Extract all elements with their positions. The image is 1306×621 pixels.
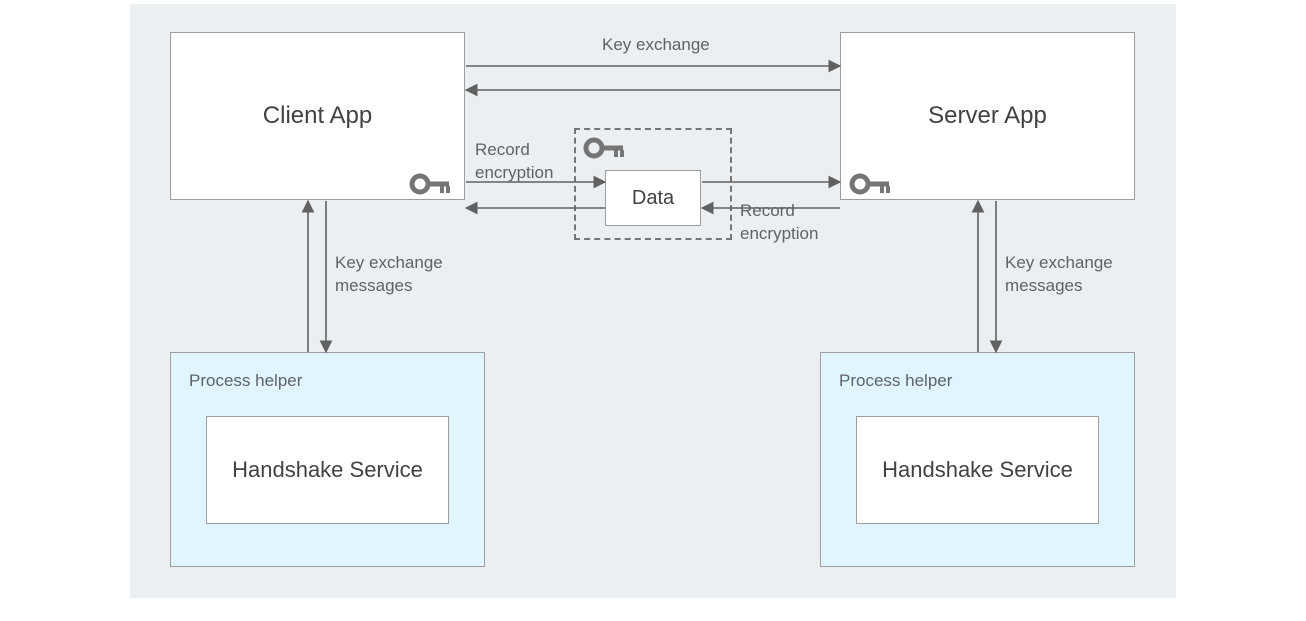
data-label: Data — [632, 187, 674, 210]
handshake-service-left-label: Handshake Service — [232, 457, 423, 483]
handshake-service-right-box: Handshake Service — [856, 416, 1099, 524]
data-box: Data — [605, 170, 701, 226]
diagram-canvas: Client App Server App Data Process helpe… — [130, 4, 1176, 598]
handshake-service-right-label: Handshake Service — [882, 457, 1073, 483]
process-helper-left-label: Process helper — [189, 371, 302, 391]
key-exchange-messages-left-label: Key exchange messages — [335, 252, 443, 298]
key-exchange-arrows — [466, 66, 840, 90]
key-exchange-messages-left-arrows — [308, 201, 326, 352]
key-exchange-label: Key exchange — [602, 34, 710, 57]
record-encryption-left-label: Record encryption — [475, 139, 553, 185]
server-app-box: Server App — [840, 32, 1135, 200]
key-exchange-messages-right-label: Key exchange messages — [1005, 252, 1113, 298]
client-app-box: Client App — [170, 32, 465, 200]
server-app-label: Server App — [928, 102, 1047, 130]
client-app-label: Client App — [263, 102, 372, 130]
handshake-service-left-box: Handshake Service — [206, 416, 449, 524]
key-exchange-messages-right-arrows — [978, 201, 996, 352]
record-encryption-right-label: Record encryption — [740, 200, 818, 246]
process-helper-right-label: Process helper — [839, 371, 952, 391]
